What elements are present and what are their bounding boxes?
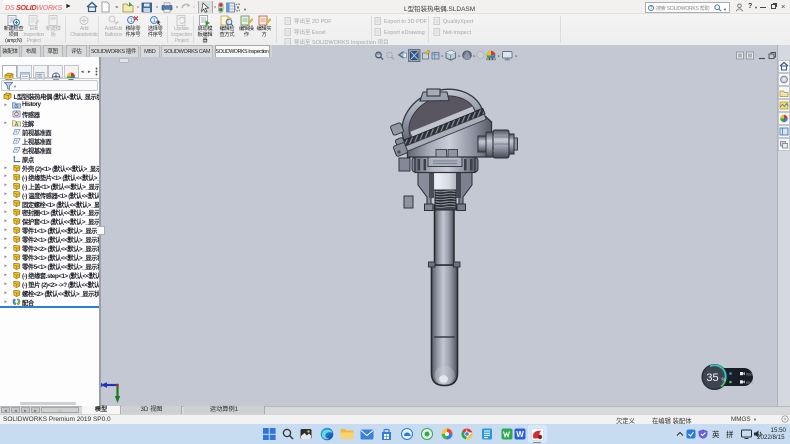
svg-text:KB/s: KB/s	[746, 373, 753, 377]
svg-text:KB/s: KB/s	[746, 381, 753, 385]
svg-text:%: %	[722, 378, 727, 384]
svg-text:35: 35	[706, 372, 718, 384]
svg-text:W: W	[516, 430, 524, 439]
svg-text:A: A	[14, 122, 18, 127]
